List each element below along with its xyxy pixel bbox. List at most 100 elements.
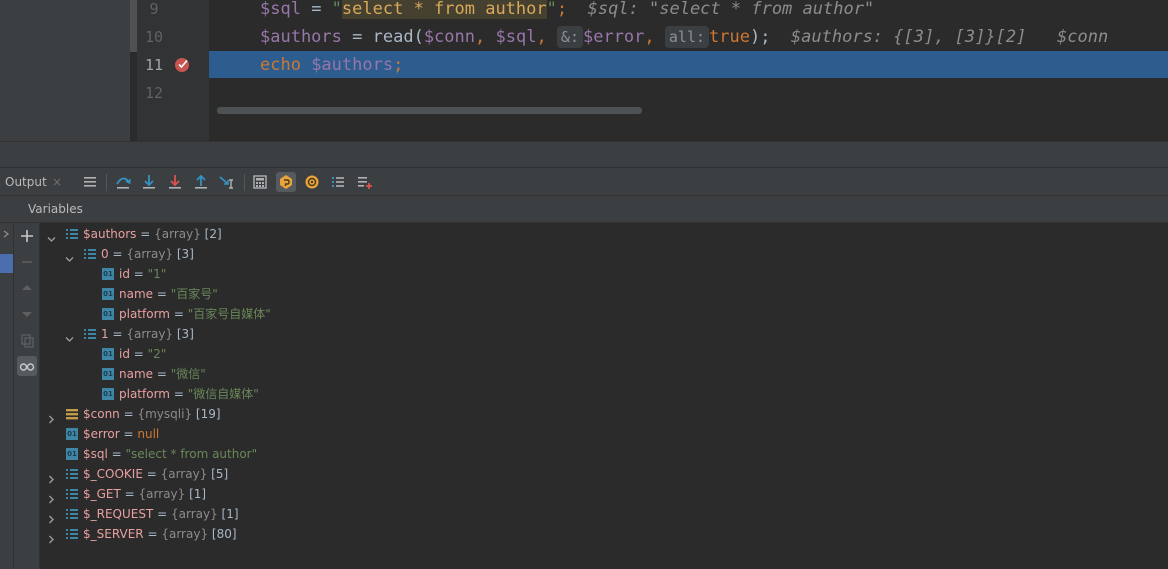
- variable-label: $sql = "select * from author": [83, 444, 257, 464]
- gutter-line-11[interactable]: 11: [137, 51, 209, 79]
- move-down-icon[interactable]: [17, 304, 37, 324]
- chevron-right-icon[interactable]: [47, 470, 55, 484]
- duplicate-icon[interactable]: [17, 330, 37, 350]
- code-token: (: [413, 27, 424, 47]
- string-value: "百家号": [170, 287, 218, 301]
- move-up-icon[interactable]: [17, 278, 37, 298]
- variable-label: name = "微信": [119, 364, 206, 384]
- chevron-right-icon[interactable]: [47, 490, 55, 504]
- chevron-down-icon[interactable]: [65, 330, 74, 342]
- code-line-10[interactable]: $authors = read($conn, $sql, &: $error, a…: [209, 23, 1168, 51]
- array-icon: [66, 528, 78, 540]
- line-number: 9: [149, 0, 159, 18]
- equals-sign: =: [153, 287, 171, 301]
- frames-list-icon[interactable]: [328, 172, 348, 192]
- variable-row[interactable]: 01 platform = "微信自媒体": [40, 384, 1168, 404]
- evaluate-expression-icon[interactable]: [250, 172, 270, 192]
- step-out-icon[interactable]: [191, 172, 211, 192]
- variable-row[interactable]: 01 platform = "百家号自媒体": [40, 304, 1168, 324]
- code-token: read: [372, 27, 414, 47]
- chevron-right-icon[interactable]: [47, 530, 55, 544]
- variable-row[interactable]: $_SERVER = {array} [80]: [40, 524, 1168, 544]
- panel-separator: [0, 141, 1168, 167]
- variable-count: [5]: [207, 467, 229, 481]
- variable-name: $_REQUEST: [83, 507, 154, 521]
- variable-count: [1]: [217, 507, 239, 521]
- equals-sign: =: [142, 467, 161, 481]
- variable-row[interactable]: 01 $sql = "select * from author": [40, 444, 1168, 464]
- gutter-line-9[interactable]: 9: [137, 0, 209, 23]
- code-line-9[interactable]: $sql = "select * from author"; $sql: "se…: [209, 0, 1168, 23]
- line-number: 10: [144, 28, 164, 46]
- code-line-11-current[interactable]: echo $authors;: [209, 51, 1168, 78]
- horizontal-scrollbar[interactable]: [217, 107, 642, 114]
- variables-header: Variables: [0, 196, 1168, 223]
- run-to-cursor-icon[interactable]: [217, 172, 237, 192]
- code-token: ": [331, 0, 342, 19]
- line-number: 11: [144, 56, 164, 74]
- code-token: =: [300, 0, 332, 19]
- array-icon: [66, 228, 78, 240]
- variable-row[interactable]: 0 = {array} [3]: [40, 244, 1168, 264]
- glasses-icon[interactable]: [17, 356, 37, 376]
- variable-row[interactable]: 01 name = "微信": [40, 364, 1168, 384]
- equals-sign: =: [119, 407, 138, 421]
- variable-name: $_SERVER: [83, 527, 144, 541]
- chevron-right-icon[interactable]: [1, 229, 11, 242]
- selected-frame[interactable]: [0, 254, 13, 273]
- variable-row[interactable]: 01 id = "1": [40, 264, 1168, 284]
- variable-name: id: [119, 347, 130, 361]
- add-watch-icon[interactable]: [17, 226, 37, 246]
- code-area[interactable]: $sql = "select * from author"; $sql: "se…: [209, 0, 1168, 141]
- variable-row[interactable]: 01 name = "百家号": [40, 284, 1168, 304]
- step-over-icon[interactable]: [113, 172, 133, 192]
- variable-row[interactable]: $_REQUEST = {array} [1]: [40, 504, 1168, 524]
- variable-label: $_GET = {array} [1]: [83, 484, 206, 504]
- chevron-down-icon[interactable]: [65, 250, 74, 262]
- array-icon: [66, 508, 78, 520]
- code-token: =: [341, 27, 373, 47]
- variable-label: $conn = {mysqli} [19]: [83, 404, 221, 424]
- editor-gutter[interactable]: 9 10 11 12: [137, 0, 209, 141]
- watch-icon[interactable]: [302, 172, 322, 192]
- add-to-watches-icon[interactable]: [355, 172, 375, 192]
- php-icon[interactable]: [276, 172, 296, 192]
- tab-output[interactable]: Output: [5, 168, 47, 197]
- close-icon[interactable]: ×: [52, 168, 62, 197]
- variable-row[interactable]: 01 id = "2": [40, 344, 1168, 364]
- variable-row[interactable]: $conn = {mysqli} [19]: [40, 404, 1168, 424]
- force-step-into-icon[interactable]: [165, 172, 185, 192]
- variable-label: id = "1": [119, 264, 166, 284]
- code-text: $sql = "select * from author"; $sql: "se…: [260, 0, 874, 23]
- object-icon: [66, 408, 78, 420]
- equals-sign: =: [107, 447, 126, 461]
- variable-label: $_SERVER = {array} [80]: [83, 524, 237, 544]
- chevron-down-icon[interactable]: [47, 230, 56, 242]
- variable-row[interactable]: $_GET = {array} [1]: [40, 484, 1168, 504]
- equals-sign: =: [170, 307, 188, 321]
- toolbar-divider: [106, 174, 107, 191]
- code-line-12[interactable]: [209, 79, 1168, 107]
- chevron-right-icon[interactable]: [47, 410, 55, 424]
- variable-label: platform = "微信自媒体": [119, 384, 259, 404]
- variable-row[interactable]: $authors = {array} [2]: [40, 224, 1168, 244]
- code-editor[interactable]: 9 10 11 12 $sql = "select * from author"…: [0, 0, 1168, 141]
- show-execution-point-icon[interactable]: [80, 172, 100, 192]
- gutter-line-12[interactable]: 12: [137, 79, 209, 107]
- variable-row[interactable]: $_COOKIE = {array} [5]: [40, 464, 1168, 484]
- variable-label: $_REQUEST = {array} [1]: [83, 504, 239, 524]
- variable-type: {array}: [126, 327, 174, 341]
- frames-panel-edge[interactable]: [0, 223, 14, 569]
- variable-row[interactable]: 1 = {array} [3]: [40, 324, 1168, 344]
- chevron-right-icon[interactable]: [47, 510, 55, 524]
- code-token: ": [546, 0, 557, 19]
- variable-row[interactable]: 01 $error = null: [40, 424, 1168, 444]
- code-token: ,: [644, 27, 665, 47]
- variable-count: [80]: [208, 527, 237, 541]
- step-into-icon[interactable]: [139, 172, 159, 192]
- variables-tree[interactable]: $authors = {array} [2] 0 = {array} [3] 01 i…: [40, 223, 1168, 569]
- gutter-line-10[interactable]: 10: [137, 23, 209, 51]
- remove-watch-icon[interactable]: [17, 252, 37, 272]
- breakpoint-icon[interactable]: [175, 58, 189, 72]
- equals-sign: =: [136, 227, 155, 241]
